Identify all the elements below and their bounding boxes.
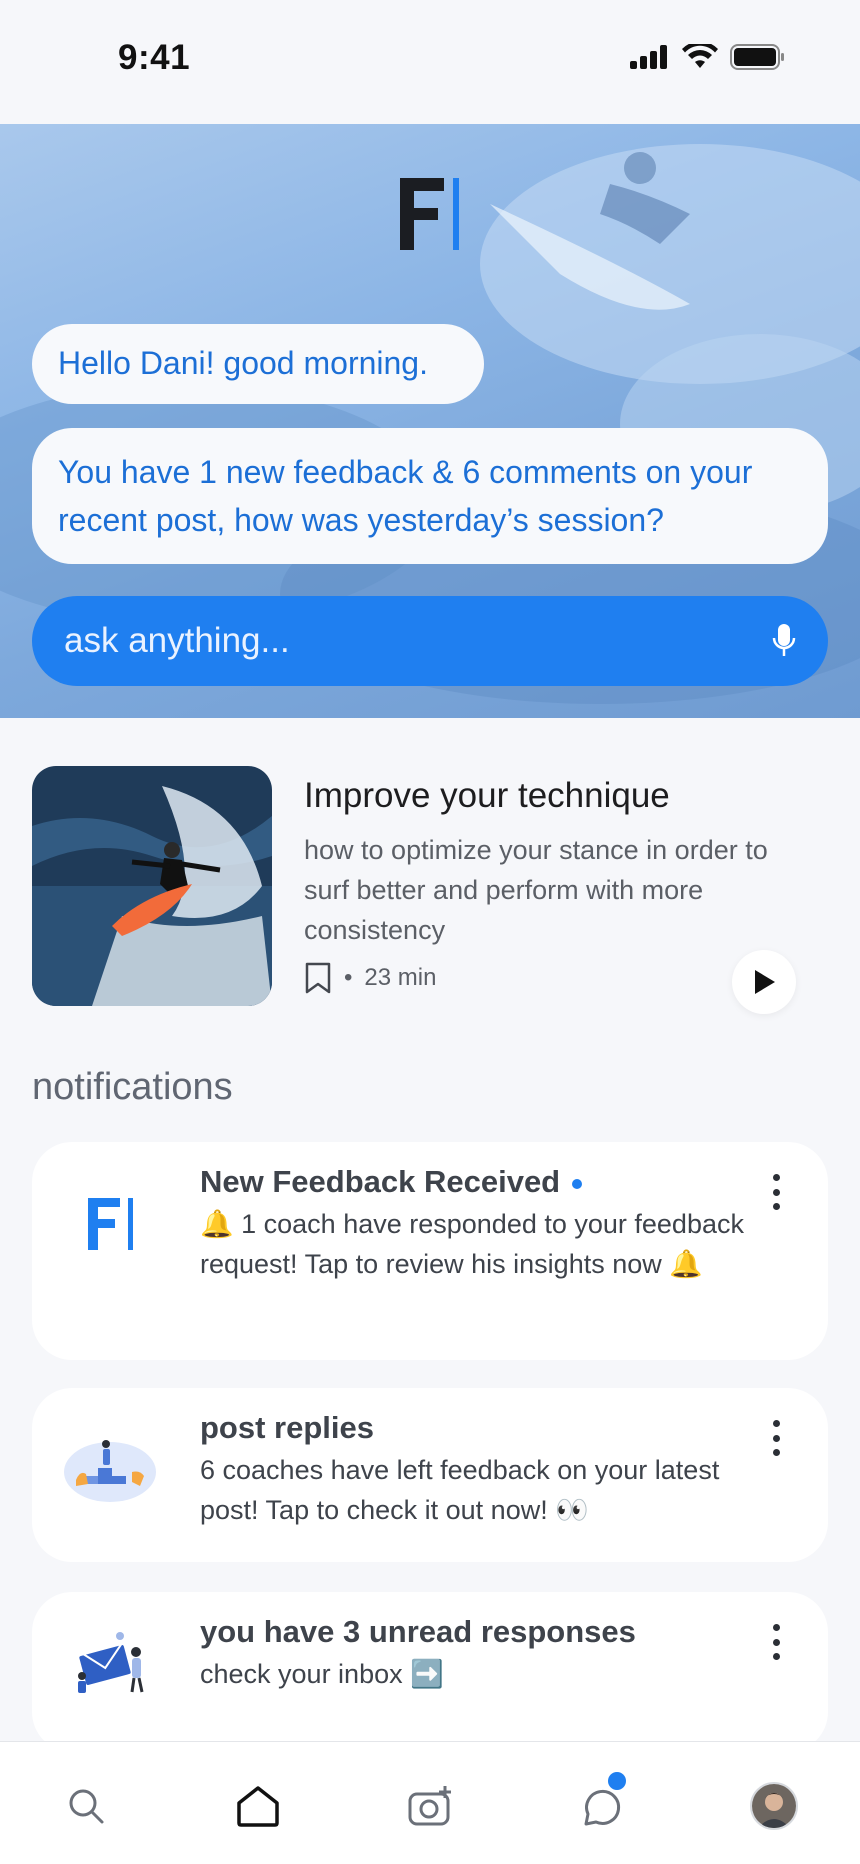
app-logo-icon — [88, 1198, 133, 1250]
camera-add-icon — [408, 1786, 451, 1826]
ask-bar — [32, 596, 828, 686]
notification-body: 1 coach have responded to your feedback … — [200, 1209, 744, 1279]
notification-card[interactable]: post replies 6 coaches have left feedbac… — [32, 1388, 828, 1562]
bookmark-icon[interactable] — [304, 962, 332, 994]
inbox-illustration — [78, 1632, 144, 1693]
tab-home[interactable] — [228, 1776, 288, 1836]
wifi-icon — [682, 44, 718, 68]
notification-title: New Feedback Received — [200, 1164, 583, 1200]
featured-lesson-card[interactable]: Improve your technique how to optimize y… — [32, 766, 832, 1014]
notification-title: you have 3 unread responses — [200, 1614, 636, 1649]
signal-icon — [630, 45, 667, 69]
meta-separator: • — [344, 964, 353, 991]
mic-icon[interactable] — [772, 623, 796, 659]
lesson-duration: 23 min — [364, 964, 437, 991]
lesson-description: how to optimize your stance in order to … — [304, 835, 768, 945]
notification-text: check your inbox ➡️ — [200, 1659, 444, 1689]
lesson-title: Improve your technique — [304, 776, 670, 815]
bottom-tab-bar — [0, 1741, 860, 1864]
notification-title-text: New Feedback Received — [200, 1164, 561, 1199]
play-icon — [755, 970, 775, 994]
notification-card[interactable]: you have 3 unread responses check your i… — [32, 1592, 828, 1752]
status-bar: 9:41 — [0, 0, 860, 124]
messages-badge — [608, 1772, 626, 1790]
hero-banner: Hello Dani! good morning. You have 1 new… — [0, 124, 860, 718]
app-logo — [400, 178, 459, 250]
notification-text: 6 coaches have left feedback on your lat… — [200, 1455, 720, 1525]
more-options-button[interactable] — [764, 1620, 788, 1664]
notification-text: 🔔 1 coach have responded to your feedbac… — [200, 1204, 760, 1284]
status-time: 9:41 — [118, 38, 191, 77]
post-replies-illustration — [64, 1440, 156, 1502]
surfer-image — [32, 766, 272, 1006]
search-icon — [69, 1789, 104, 1824]
lesson-thumbnail[interactable] — [32, 766, 272, 1006]
summary-bubble: You have 1 new feedback & 6 comments on … — [32, 428, 828, 564]
notification-title: post replies — [200, 1410, 374, 1445]
avatar — [750, 1782, 798, 1830]
bell-emoji-end: 🔔 — [669, 1249, 703, 1279]
tab-new-post[interactable] — [400, 1776, 460, 1836]
lesson-meta: • 23 min — [304, 962, 436, 994]
more-options-button[interactable] — [764, 1170, 788, 1214]
notifications-heading: notifications — [32, 1066, 233, 1108]
more-options-button[interactable] — [764, 1416, 788, 1460]
unread-dot — [572, 1178, 583, 1189]
battery-icon — [730, 44, 784, 70]
tab-search[interactable] — [56, 1776, 116, 1836]
greeting-bubble: Hello Dani! good morning. — [32, 324, 484, 404]
ask-input[interactable] — [64, 621, 772, 661]
notification-card[interactable]: New Feedback Received 🔔 1 coach have res… — [32, 1142, 828, 1360]
status-icons — [630, 44, 786, 70]
chat-icon — [584, 1789, 621, 1826]
play-button[interactable] — [732, 950, 796, 1014]
tab-messages[interactable] — [572, 1772, 632, 1836]
tab-profile[interactable] — [744, 1776, 804, 1836]
home-icon — [237, 1786, 279, 1827]
bell-emoji-start: 🔔 — [200, 1209, 234, 1239]
